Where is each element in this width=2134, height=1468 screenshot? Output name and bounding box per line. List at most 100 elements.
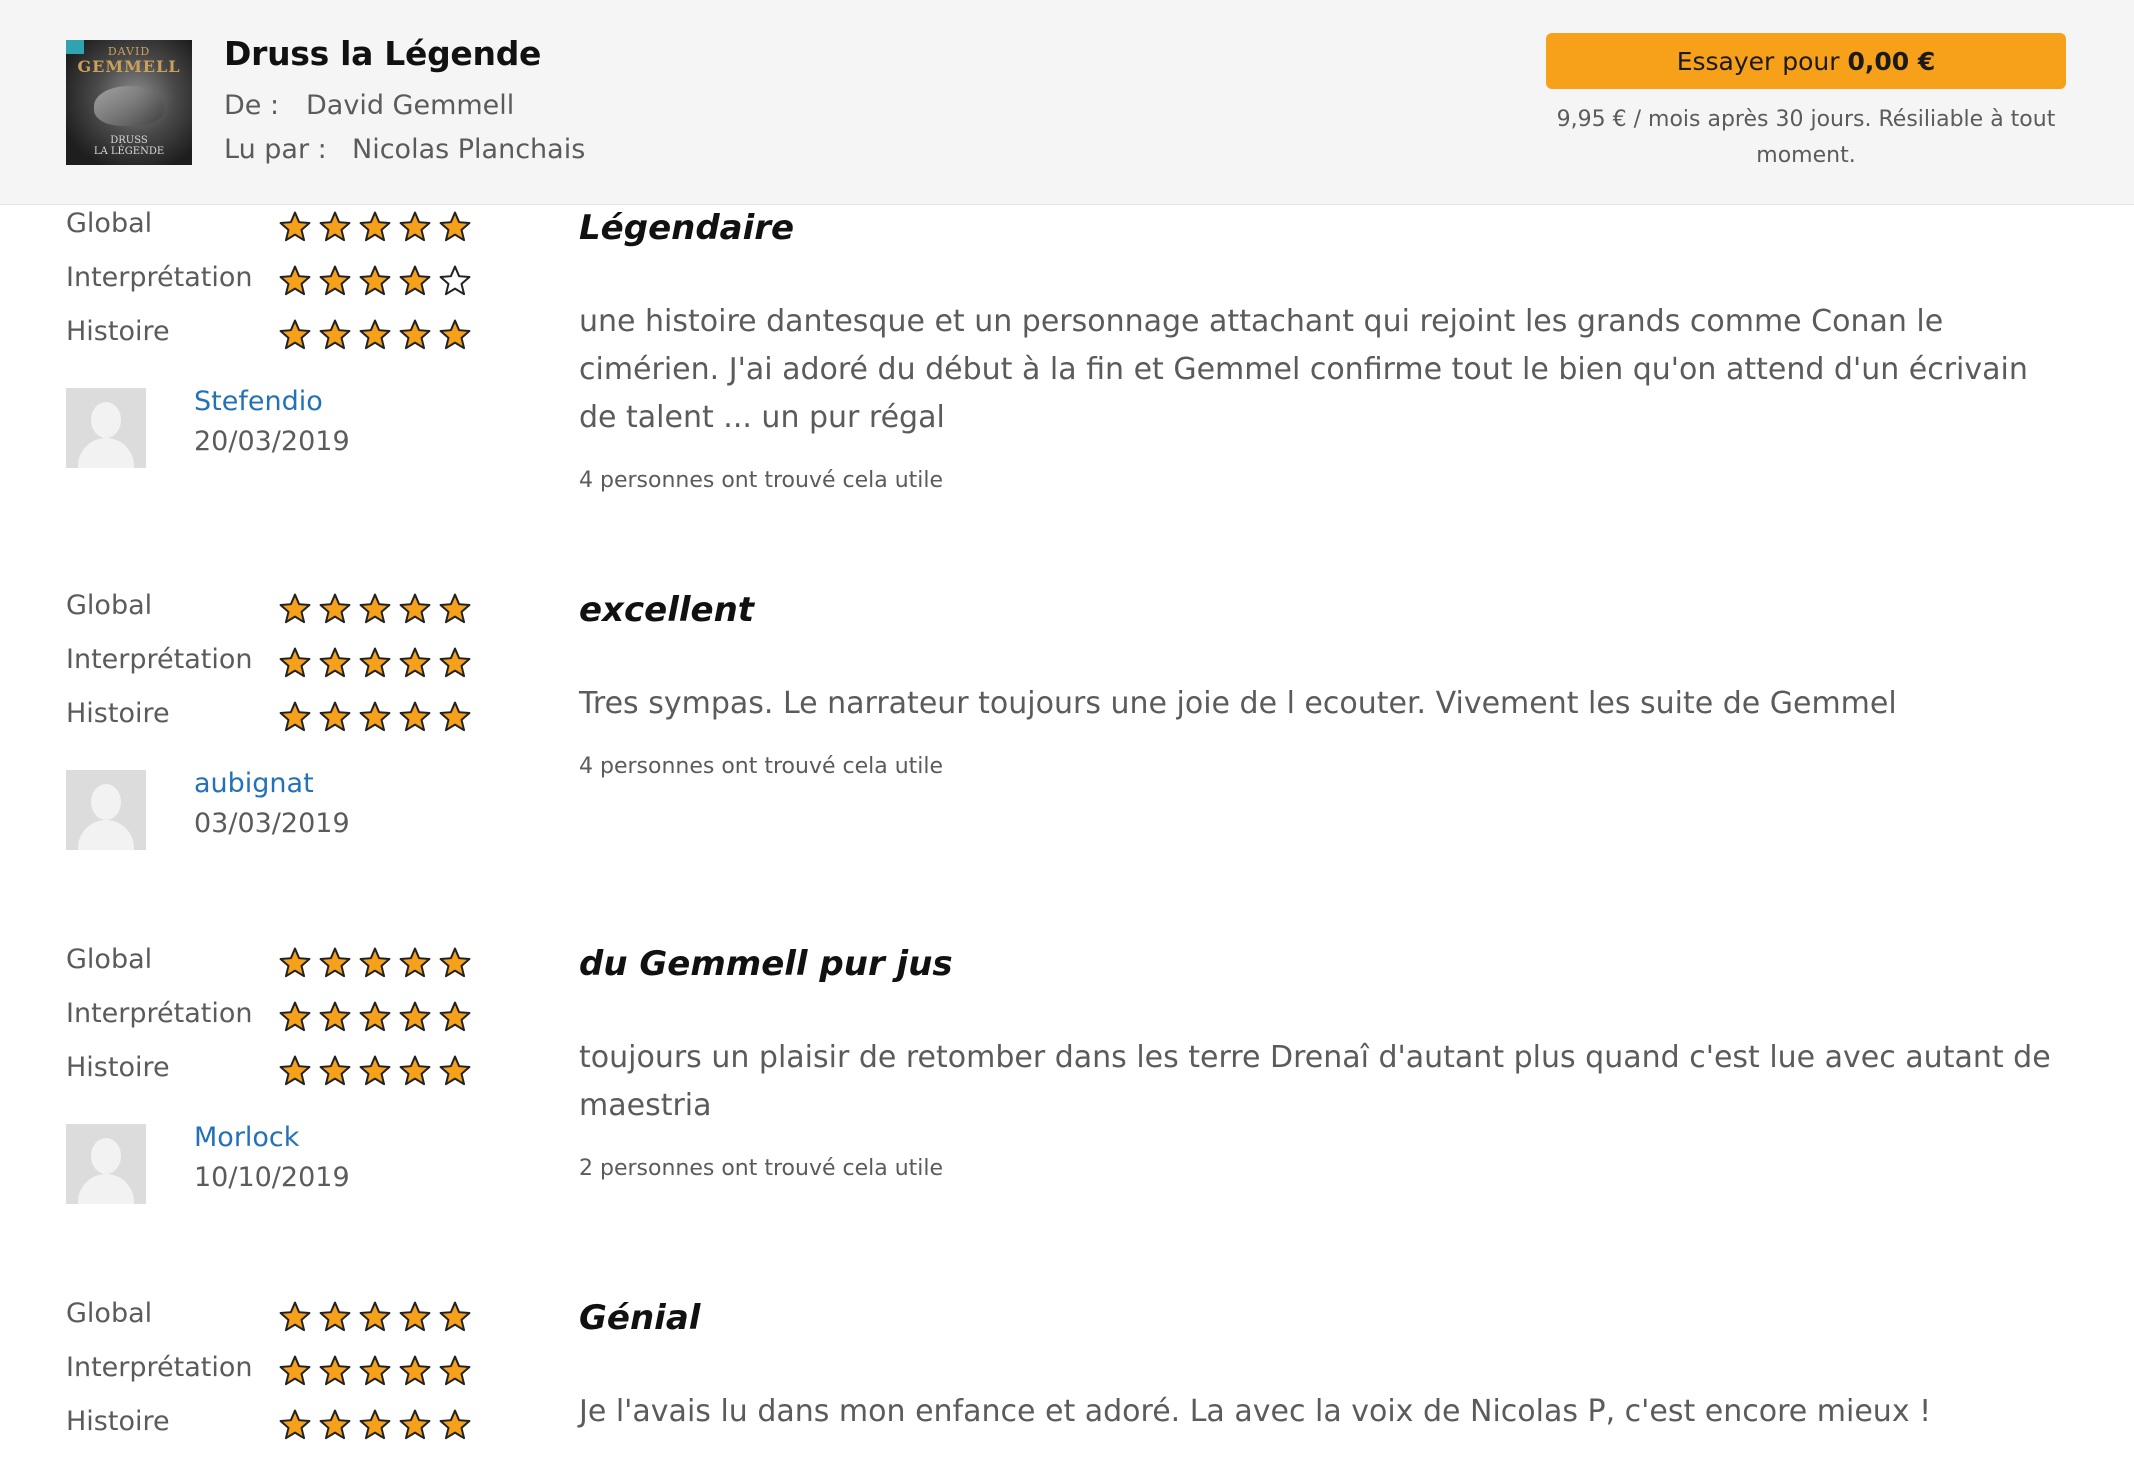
cover-author-last: GEMMELL <box>77 57 181 76</box>
star-filled-icon <box>398 1054 438 1088</box>
author-line: De : David Gemmell <box>224 90 514 121</box>
star-filled-icon <box>438 1000 478 1034</box>
star-filled-icon <box>358 946 398 980</box>
rating-label-story: Histoire <box>66 698 170 729</box>
star-filled-icon <box>398 1354 438 1388</box>
star-filled-icon <box>278 1408 318 1442</box>
star-filled-icon <box>318 318 358 352</box>
cta-price: 0,00 € <box>1847 47 1936 76</box>
rating-label-performance: Interprétation <box>66 644 253 675</box>
star-filled-icon <box>438 646 478 680</box>
product-header: DAVID GEMMELL DRUSS LA LÉGENDE Druss la … <box>0 0 2134 205</box>
star-rating-story <box>278 700 478 738</box>
avatar <box>66 770 146 850</box>
star-filled-icon <box>358 210 398 244</box>
review-date: 03/03/2019 <box>194 808 350 839</box>
cover-title-line2: LA LÉGENDE <box>93 146 165 157</box>
star-filled-icon <box>438 1300 478 1334</box>
star-filled-icon <box>358 1408 398 1442</box>
star-filled-icon <box>278 592 318 626</box>
star-empty-icon <box>438 264 478 298</box>
star-filled-icon <box>318 210 358 244</box>
avatar <box>66 388 146 468</box>
narrator-link[interactable]: Nicolas Planchais <box>352 134 585 165</box>
star-filled-icon <box>438 946 478 980</box>
star-filled-icon <box>318 1354 358 1388</box>
star-rating-performance <box>278 1354 478 1392</box>
review-date: 10/10/2019 <box>194 1162 350 1193</box>
star-filled-icon <box>278 700 318 734</box>
cover-emblem-image <box>94 86 164 126</box>
helpful-count: 2 personnes ont trouvé cela utile <box>579 1156 944 1181</box>
star-filled-icon <box>358 1000 398 1034</box>
rating-label-global: Global <box>66 590 153 621</box>
review-title: Légendaire <box>579 208 795 248</box>
star-rating-performance <box>278 646 478 684</box>
reviewer-name-link[interactable]: Morlock <box>194 1122 299 1153</box>
review-title: excellent <box>579 590 755 630</box>
star-filled-icon <box>398 700 438 734</box>
review-title: du Gemmell pur jus <box>579 944 953 984</box>
star-filled-icon <box>358 646 398 680</box>
star-filled-icon <box>278 1300 318 1334</box>
subscription-note: 9,95 € / mois après 30 jours. Résiliable… <box>1556 107 2056 168</box>
helpful-count: 4 personnes ont trouvé cela utile <box>579 754 944 779</box>
try-for-free-button[interactable]: Essayer pour 0,00 € <box>1546 33 2066 89</box>
helpful-count: 4 personnes ont trouvé cela utile <box>579 468 944 493</box>
star-filled-icon <box>438 1408 478 1442</box>
star-filled-icon <box>438 210 478 244</box>
star-filled-icon <box>438 318 478 352</box>
star-filled-icon <box>318 1000 358 1034</box>
star-filled-icon <box>278 318 318 352</box>
rating-label-story: Histoire <box>66 316 170 347</box>
star-filled-icon <box>318 1054 358 1088</box>
author-link[interactable]: David Gemmell <box>306 90 514 121</box>
star-filled-icon <box>278 264 318 298</box>
star-rating-story <box>278 1408 478 1446</box>
star-filled-icon <box>318 1300 358 1334</box>
star-rating-global <box>278 1300 478 1338</box>
star-filled-icon <box>358 318 398 352</box>
star-filled-icon <box>358 1054 398 1088</box>
author-label: De : <box>224 90 280 121</box>
star-filled-icon <box>318 700 358 734</box>
star-filled-icon <box>398 264 438 298</box>
rating-label-performance: Interprétation <box>66 1352 253 1383</box>
star-filled-icon <box>358 592 398 626</box>
review-body: Je l'avais lu dans mon enfance et adoré.… <box>579 1394 1932 1429</box>
review-body: Tres sympas. Le narrateur toujours une j… <box>579 686 1897 721</box>
rating-label-global: Global <box>66 1298 153 1329</box>
star-filled-icon <box>398 946 438 980</box>
review-body: toujours un plaisir de retomber dans les… <box>579 1040 2051 1123</box>
star-filled-icon <box>438 1054 478 1088</box>
avatar <box>66 1124 146 1204</box>
star-filled-icon <box>438 700 478 734</box>
star-rating-global <box>278 592 478 630</box>
star-rating-performance <box>278 1000 478 1038</box>
review-title: Génial <box>579 1298 701 1338</box>
star-filled-icon <box>318 946 358 980</box>
rating-label-performance: Interprétation <box>66 998 253 1029</box>
cover-title-line1: DRUSS <box>110 135 148 146</box>
star-filled-icon <box>398 318 438 352</box>
star-filled-icon <box>278 1000 318 1034</box>
rating-label-performance: Interprétation <box>66 262 253 293</box>
star-filled-icon <box>398 592 438 626</box>
book-cover[interactable]: DAVID GEMMELL DRUSS LA LÉGENDE <box>66 40 192 165</box>
star-filled-icon <box>318 646 358 680</box>
rating-label-story: Histoire <box>66 1052 170 1083</box>
star-filled-icon <box>318 264 358 298</box>
cover-author: DAVID GEMMELL <box>66 46 192 76</box>
star-filled-icon <box>358 1354 398 1388</box>
star-filled-icon <box>278 646 318 680</box>
reviewer-name-link[interactable]: Stefendio <box>194 386 323 417</box>
star-rating-global <box>278 210 478 248</box>
star-filled-icon <box>398 1000 438 1034</box>
star-filled-icon <box>318 592 358 626</box>
star-filled-icon <box>278 1354 318 1388</box>
reviewer-name-link[interactable]: aubignat <box>194 768 314 799</box>
star-filled-icon <box>438 1354 478 1388</box>
star-filled-icon <box>398 1300 438 1334</box>
rating-label-story: Histoire <box>66 1406 170 1437</box>
star-rating-story <box>278 318 478 356</box>
